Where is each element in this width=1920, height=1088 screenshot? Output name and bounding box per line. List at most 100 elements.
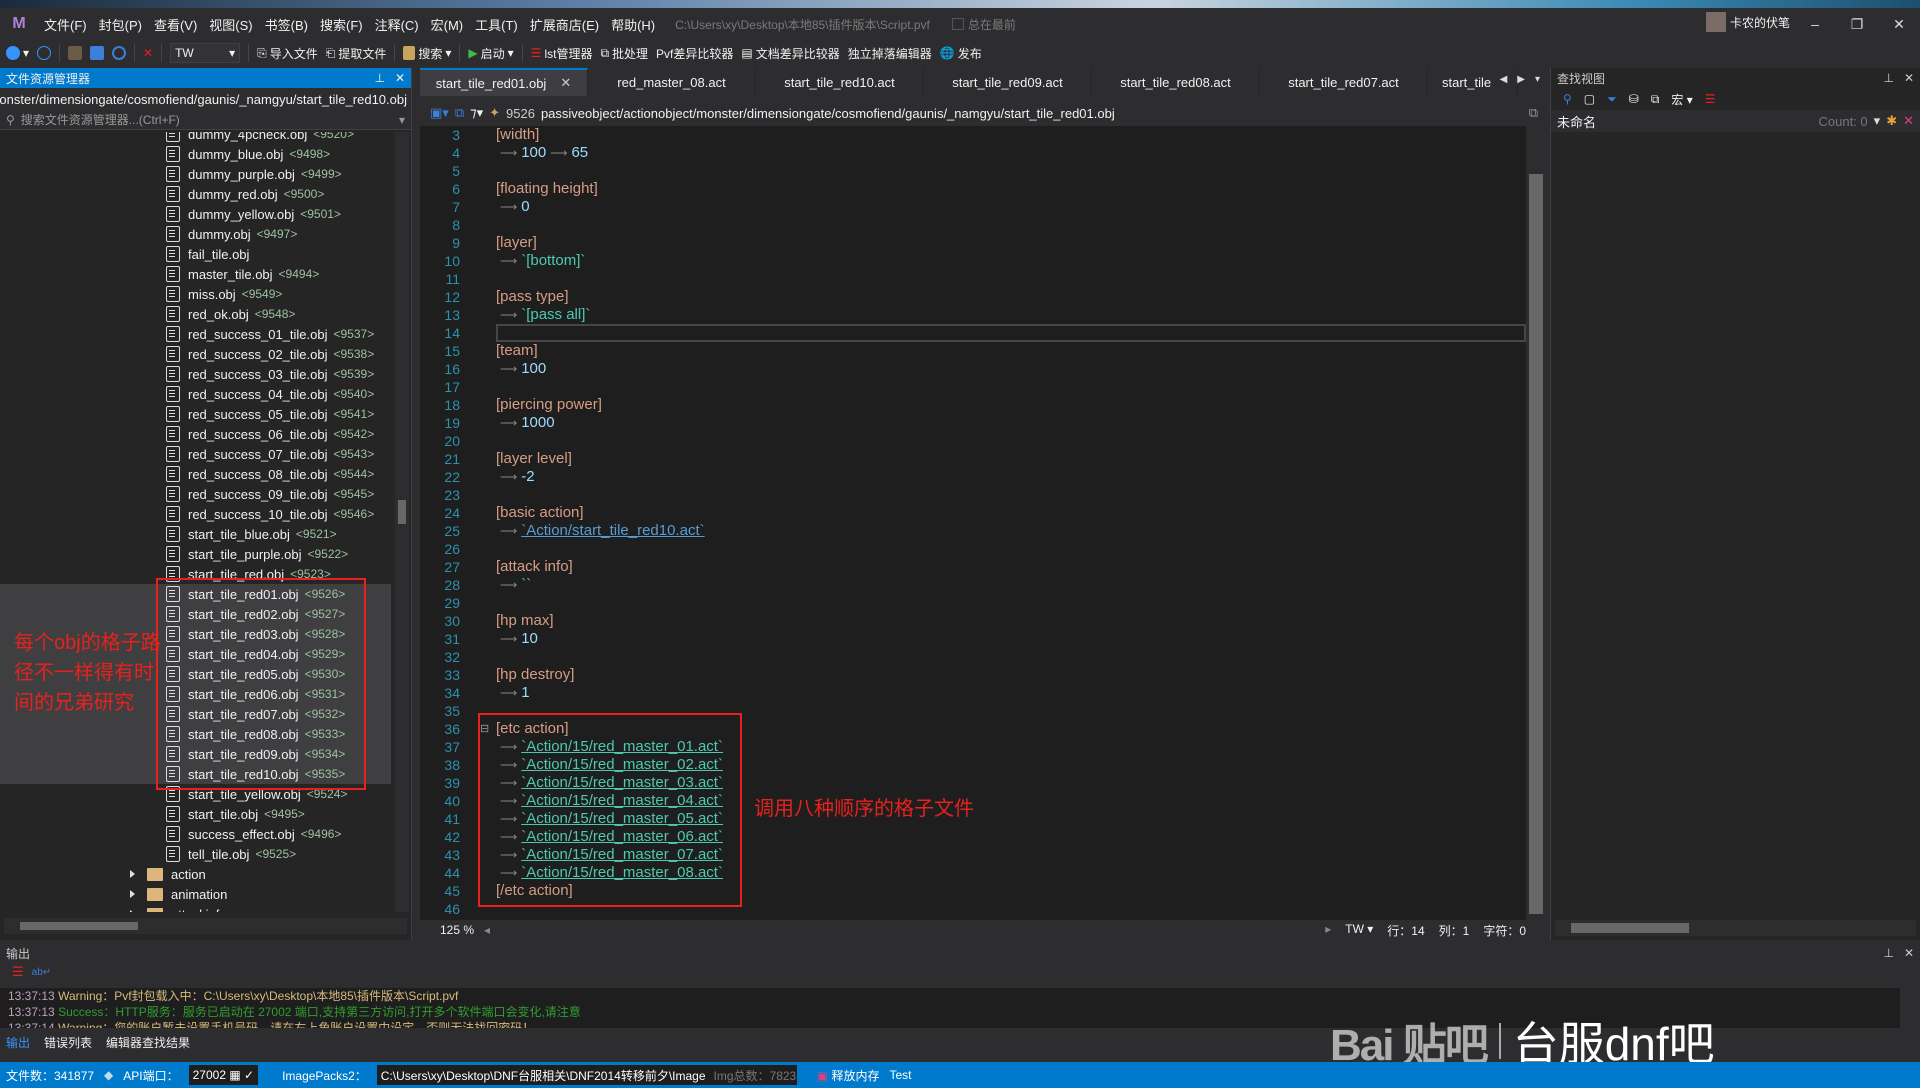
file-tree-item[interactable]: red_success_03_tile.obj <9539> (0, 364, 391, 384)
batch-button[interactable]: ⧉ 批处理 (600, 45, 648, 62)
file-tree-item[interactable]: red_success_01_tile.obj <9537> (0, 324, 391, 344)
file-tree-item[interactable]: master_tile.obj <9494> (0, 264, 391, 284)
code-line[interactable]: ⟶ `` (496, 576, 1526, 594)
file-tree-item[interactable]: red_ok.obj <9548> (0, 304, 391, 324)
code-line[interactable]: ⟶ `[bottom]` (496, 252, 1526, 270)
file-tree-item[interactable]: fail_tile.obj (0, 244, 391, 264)
folder-tree-item[interactable]: animation (0, 884, 391, 904)
code-line[interactable]: ⟶ 10 (496, 630, 1526, 648)
file-link[interactable]: `Action/start_tile_red10.act` (521, 522, 704, 539)
file-tree-item[interactable]: success_effect.obj <9496> (0, 824, 391, 844)
editor-tab[interactable]: start_tile_red01.obj ✕ (420, 68, 588, 96)
expand-caret-icon[interactable] (130, 870, 135, 878)
menu-item[interactable]: 宏(M) (425, 15, 470, 34)
extract-file-button[interactable]: ⎗ 提取文件 (326, 45, 387, 62)
file-tree-item[interactable]: red_success_02_tile.obj <9538> (0, 344, 391, 364)
menu-item[interactable]: 文件(F) (38, 15, 93, 34)
copy-icon[interactable]: ⧉ (455, 105, 464, 121)
code-line[interactable]: [pass type] (496, 288, 1526, 306)
file-tree-item[interactable]: red_success_06_tile.obj <9542> (0, 424, 391, 444)
file-tree-item[interactable]: red_success_09_tile.obj <9545> (0, 484, 391, 504)
encoding-select[interactable]: TW ▾ (1345, 922, 1373, 939)
file-tree-item[interactable]: red_success_08_tile.obj <9544> (0, 464, 391, 484)
explorer-horizontal-scrollbar[interactable] (4, 918, 407, 934)
editor-tab[interactable]: start_tile_red10.act (756, 68, 924, 96)
clear-list-icon[interactable]: ☰ (1705, 92, 1716, 106)
menu-item[interactable]: 查看(V) (148, 15, 203, 34)
code-line[interactable]: [team] (496, 342, 1526, 360)
split-icon[interactable]: ⧉ (1529, 105, 1538, 121)
code-line[interactable]: [layer level] (496, 450, 1526, 468)
chevron-down-icon[interactable]: ▾ (399, 113, 405, 127)
explorer-search-input[interactable]: ⚲ 搜索文件资源管理器...(Ctrl+F) ▾ (0, 110, 411, 130)
output-log[interactable]: 13:37:13 Warning：Pvf封包载入中：C:\Users\xy\De… (0, 988, 1900, 1028)
db-icon[interactable]: ⛁ (1629, 92, 1639, 106)
find-icon[interactable]: ⚲ (1563, 92, 1572, 106)
code-line[interactable] (496, 648, 1526, 666)
file-tree-item[interactable]: red_success_10_tile.obj <9546> (0, 504, 391, 524)
expand-caret-icon[interactable] (130, 890, 135, 898)
code-line[interactable] (496, 594, 1526, 612)
delete-button[interactable]: ✕ (143, 46, 153, 60)
clear-output-icon[interactable]: ☰ (12, 964, 24, 980)
close-panel-icon[interactable]: ✕ (1904, 946, 1914, 960)
file-tree-item[interactable]: dummy.obj <9497> (0, 224, 391, 244)
word-wrap-icon[interactable]: ab↵ (32, 967, 52, 978)
pin-icon[interactable]: ⊥ (374, 71, 384, 85)
lst-manager-button[interactable]: ☰ lst管理器 (531, 45, 593, 62)
code-line[interactable]: [width] (496, 126, 1526, 144)
file-tree-item[interactable]: red_success_07_tile.obj <9543> (0, 444, 391, 464)
scroll-thumb[interactable] (20, 922, 138, 930)
macro-dropdown[interactable]: 宏 ▾ (1671, 91, 1692, 108)
pin-icon[interactable]: ⊥ (1883, 946, 1893, 960)
expand-caret-icon[interactable] (130, 910, 135, 912)
code-line[interactable]: ⟶ `[pass all]` (496, 306, 1526, 324)
chevron-down-icon[interactable]: ▾ (1874, 113, 1881, 129)
code-line[interactable] (496, 324, 1526, 342)
folder-tree-item[interactable]: attackinfo (0, 904, 391, 912)
scroll-right-icon[interactable]: ▸ (1325, 922, 1331, 939)
code-line[interactable] (496, 540, 1526, 558)
file-tree-item[interactable]: red_success_05_tile.obj <9541> (0, 404, 391, 424)
code-line[interactable]: [attack info] (496, 558, 1526, 576)
find-view-horizontal-scrollbar[interactable] (1555, 920, 1916, 936)
file-tree-item[interactable]: dummy_yellow.obj <9501> (0, 204, 391, 224)
code-line[interactable]: [floating height] (496, 180, 1526, 198)
scroll-thumb[interactable] (1529, 174, 1543, 914)
restore-button[interactable]: ❐ (1836, 8, 1878, 40)
pvf-diff-button[interactable]: Pvf差异比较器 (656, 45, 733, 62)
doc-diff-button[interactable]: ▤ 文档差异比较器 (741, 45, 839, 62)
code-line[interactable]: ⟶ 1000 (496, 414, 1526, 432)
test-button[interactable]: Test (889, 1068, 911, 1082)
new-result-icon[interactable]: ✱ (1886, 113, 1897, 129)
add-icon[interactable]: ✦ (489, 105, 500, 121)
language-select[interactable]: TW ▾ (170, 43, 241, 63)
file-tree-item[interactable]: red_success_04_tile.obj <9540> (0, 384, 391, 404)
output-tab[interactable]: 编辑器查找结果 (106, 1034, 190, 1054)
code-line[interactable]: ⟶ 100 ⟶ 65 (496, 144, 1526, 162)
minimize-button[interactable]: – (1794, 8, 1836, 40)
menu-item[interactable]: 扩展商店(E) (524, 15, 605, 34)
file-tree-item[interactable]: dummy_purple.obj <9499> (0, 164, 391, 184)
forward-button[interactable] (37, 46, 52, 60)
save-button[interactable] (90, 46, 105, 60)
close-tab-icon[interactable]: ✕ (560, 75, 571, 91)
code-line[interactable] (496, 432, 1526, 450)
tab-next-icon[interactable]: ▶ (1517, 74, 1525, 85)
editor-tab[interactable]: start_tile_red08.act (1092, 68, 1260, 96)
code-line[interactable]: ⟶ 1 (496, 684, 1526, 702)
file-tree-item[interactable]: dummy_red.obj <9500> (0, 184, 391, 204)
code-line[interactable]: ⟶ 0 (496, 198, 1526, 216)
code-line[interactable]: [hp destroy] (496, 666, 1526, 684)
file-tree-item[interactable]: start_tile.obj <9495> (0, 804, 391, 824)
user-account[interactable]: 卡农的伏笔 (1705, 12, 1790, 32)
close-panel-icon[interactable]: ✕ (1904, 71, 1914, 85)
code-line[interactable] (496, 486, 1526, 504)
file-tree-item[interactable]: start_tile_purple.obj <9522> (0, 544, 391, 564)
code-line[interactable]: [layer] (496, 234, 1526, 252)
code-line[interactable]: [hp max] (496, 612, 1526, 630)
drop-editor-button[interactable]: 独立掉落编辑器 (848, 45, 932, 62)
code-line[interactable]: ⟶ `Action/start_tile_red10.act` (496, 522, 1526, 540)
scroll-thumb[interactable] (398, 500, 406, 524)
refresh-button[interactable] (112, 46, 127, 60)
